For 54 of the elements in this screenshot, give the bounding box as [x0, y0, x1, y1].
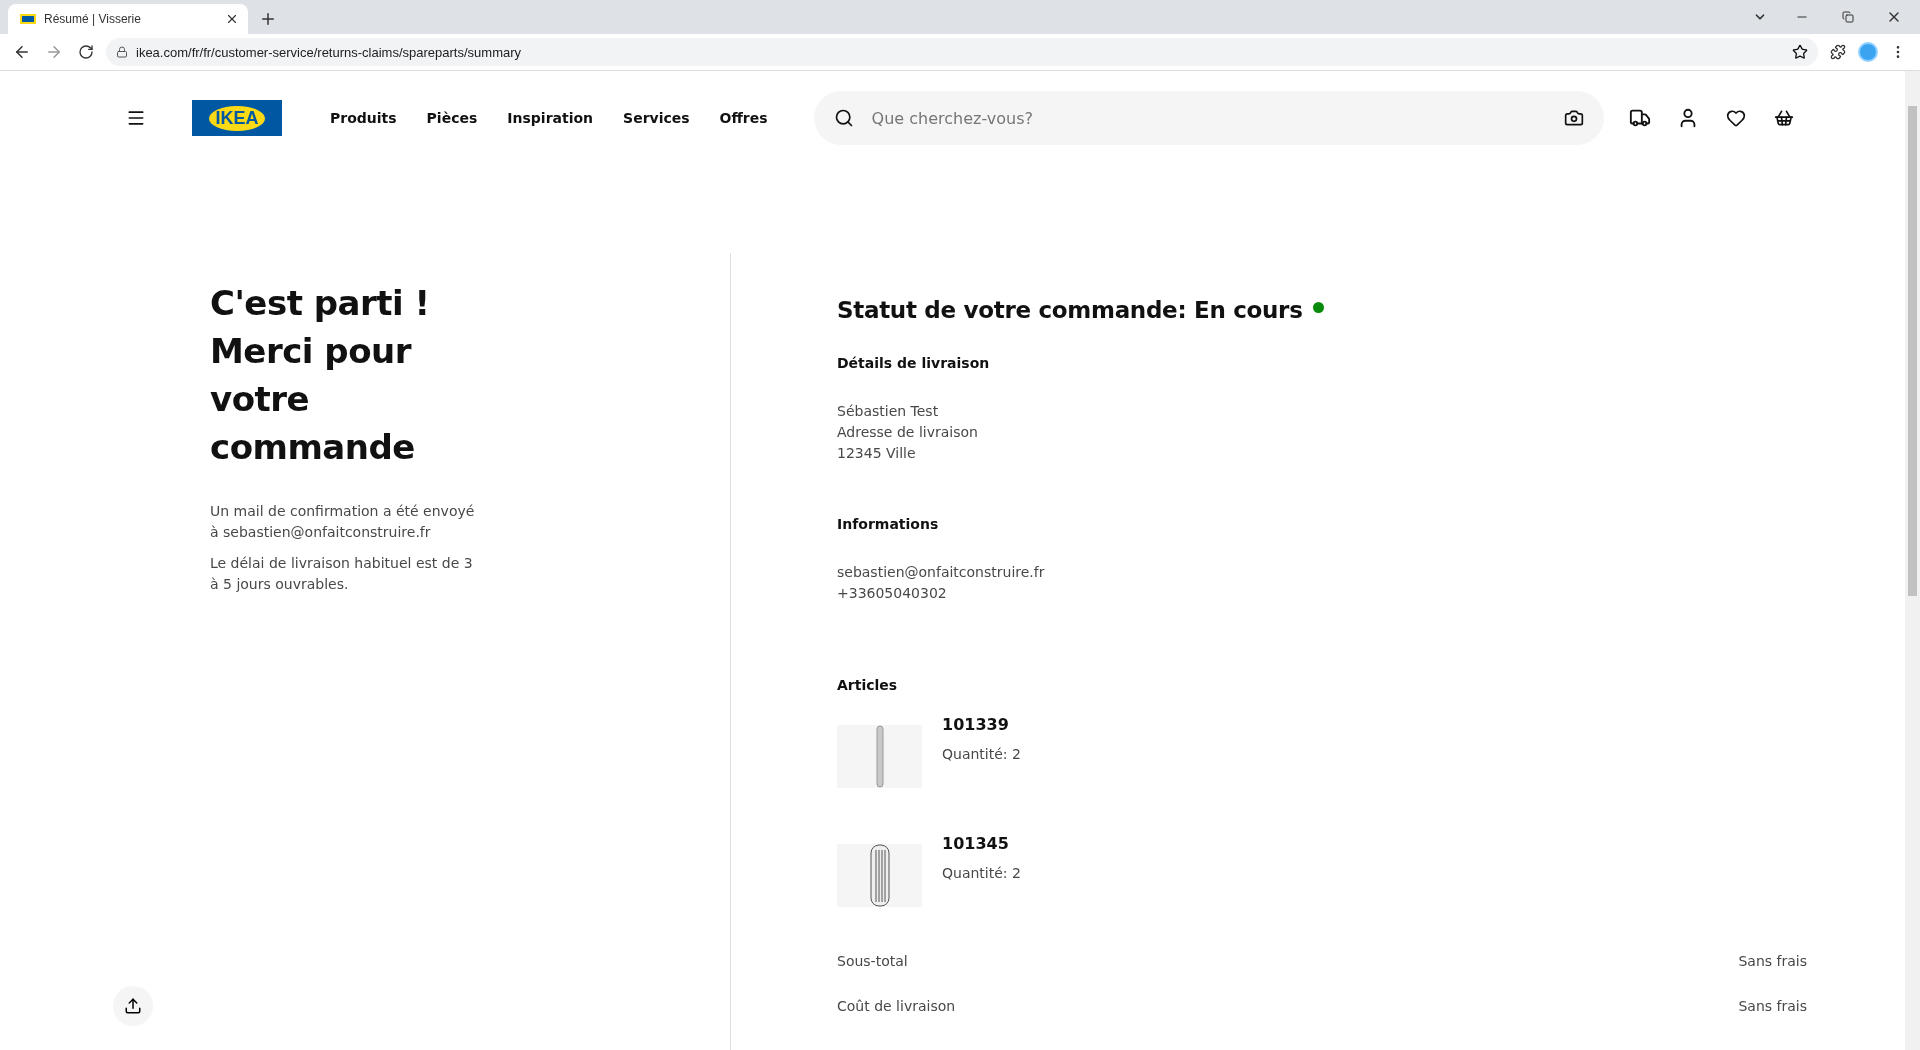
search-icon [833, 108, 854, 128]
nav-link[interactable]: Produits [330, 110, 397, 126]
address-line: Sébastien Test [837, 402, 940, 421]
order-status-heading: Statut de votre commande: En cours [837, 297, 1303, 323]
extensions-button[interactable] [1830, 44, 1846, 60]
close-tab-button[interactable] [225, 12, 239, 26]
profile-avatar[interactable] [1858, 42, 1878, 62]
nav-link[interactable]: Pièces [426, 110, 478, 126]
new-tab-button[interactable] [259, 10, 277, 28]
confirmation-text: Le délai de livraison habituel est de 3 à 5 jours ouvrables. [210, 554, 474, 594]
back-button[interactable] [13, 43, 31, 61]
address-bar[interactable]: ikea.com/fr/fr/customer-service/returns-claims/spareparts/summary [106, 38, 1818, 66]
nav-link[interactable]: Offres [719, 110, 768, 126]
truck-icon[interactable] [1629, 107, 1651, 129]
favicon-icon [20, 14, 36, 24]
pin-drawing [874, 725, 885, 788]
address-line: 12345 Ville [837, 444, 917, 463]
summary-value: Sans frais [1738, 953, 1807, 971]
article-number: 101345 [942, 834, 1010, 853]
url-text: ikea.com/fr/fr/customer-service/returns-claims/spareparts/summary [136, 44, 523, 60]
contact-line: sebastien@onfaitconstruire.fr [837, 563, 1046, 582]
section-heading: Informations [837, 516, 940, 532]
section-heading: Articles [837, 677, 899, 693]
restore-button[interactable] [1842, 11, 1854, 23]
confirmation-heading: C'est parti ! Merci pour votre commande [210, 282, 431, 469]
share-button[interactable] [113, 986, 153, 1026]
section-heading: Détails de livraison [837, 355, 991, 371]
menu-button[interactable] [126, 108, 146, 128]
nav-link[interactable]: Services [623, 110, 690, 126]
basket-icon[interactable] [1774, 108, 1794, 128]
logo[interactable]: IKEA [192, 100, 282, 136]
address-line: Adresse de livraison [837, 423, 979, 442]
confirmation-text: Un mail de confirmation a été envoyé à sebastien@onfaitconstruire.fr [210, 502, 476, 542]
upload-icon [124, 997, 142, 1015]
article-quantity: Quantité: 2 [942, 746, 1021, 762]
heart-icon[interactable] [1726, 108, 1746, 128]
bookmark-star-icon[interactable] [1792, 44, 1808, 60]
camera-icon[interactable] [1563, 108, 1584, 128]
contact-line: +33605040302 [837, 584, 948, 603]
search-input[interactable]: Que cherchez-vous? [869, 107, 1548, 129]
scrollbar-thumb[interactable] [1908, 106, 1917, 596]
summary-label: Sous-total [837, 953, 908, 971]
reload-button[interactable] [78, 44, 94, 60]
summary-label: Coût de livraison [837, 998, 956, 1016]
article-quantity: Quantité: 2 [942, 865, 1021, 881]
forward-button[interactable] [45, 43, 63, 61]
tab-title: Résumé | Visserie [44, 12, 142, 26]
article-number: 101339 [942, 715, 1010, 734]
search-bar[interactable]: Que cherchez-vous? [813, 91, 1604, 145]
lock-icon [116, 46, 128, 58]
nav-link[interactable]: Inspiration [507, 110, 594, 126]
summary-value: Sans frais [1738, 998, 1807, 1016]
status-dot [1312, 301, 1324, 313]
browser-tab[interactable]: Résumé | Visserie [8, 4, 248, 34]
